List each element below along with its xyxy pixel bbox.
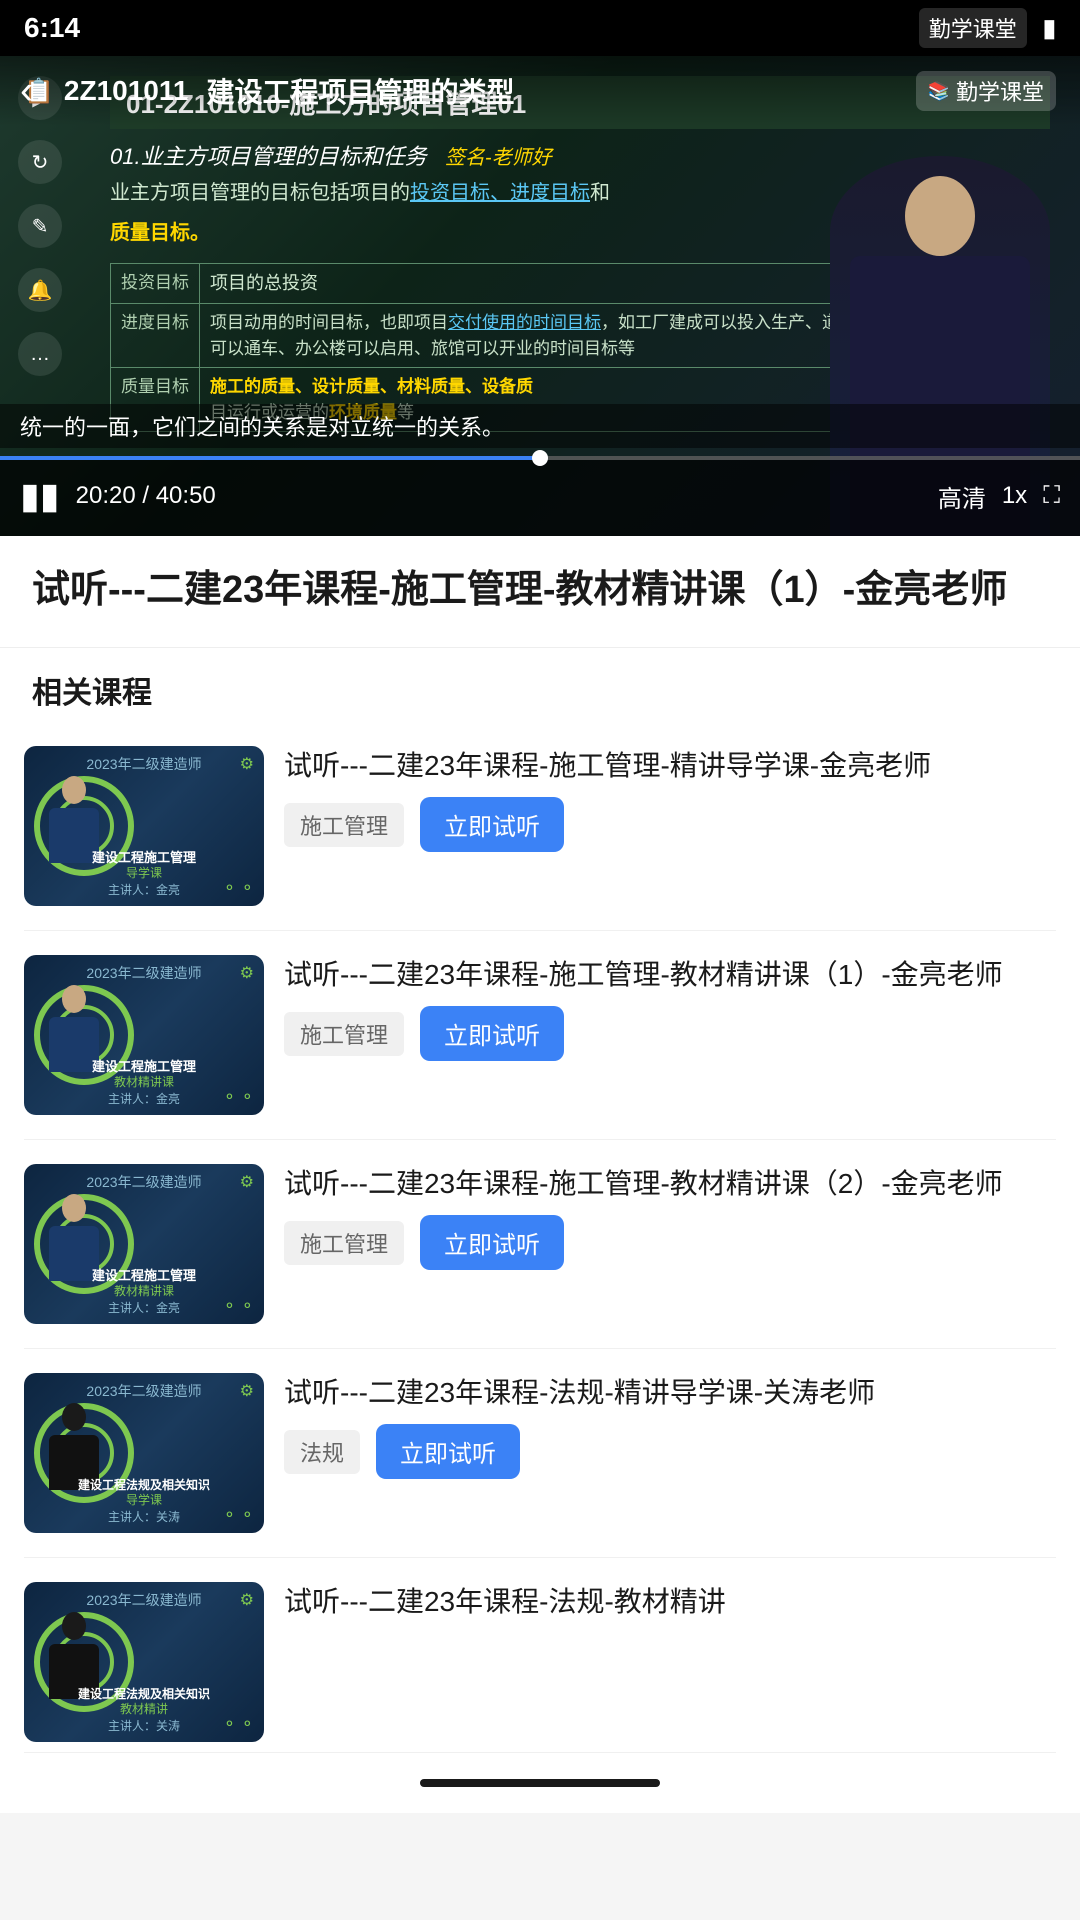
trial-button-3[interactable]: 立即试听 <box>420 1215 564 1270</box>
video-controls: ▮▮ 20:20 / 40:50 高清 1x ⛶ <box>0 456 1080 536</box>
status-bar: 6:14 勤学课堂 ▮ <box>0 0 1080 56</box>
teacher-head <box>905 176 975 256</box>
list-item: 2023年二级建造师 建设工程法规及相关知识 教材精讲 主讲人：关涛 ⚙ ⚬ ⚬… <box>24 1558 1056 1753</box>
course-list: 2023年二级建造师 建设工程施工管理 导学课 主讲人：金亮 ⚙ ⚬ ⚬ 试听-… <box>0 722 1080 1753</box>
progress-dot[interactable] <box>532 450 548 466</box>
course-info-5: 试听---二建23年课程-法规-教材精讲 <box>284 1582 1056 1621</box>
course-meta-4: 法规 立即试听 <box>284 1424 1056 1479</box>
progress-bar[interactable] <box>0 456 1080 460</box>
course-info-2: 试听---二建23年课程-施工管理-教材精讲课（1）-金亮老师 施工管理 立即试… <box>284 955 1056 1061</box>
video-background: ‹ 📋 2Z101011 建设工程项目管理的类型 📚 勤学课堂 ▶ ↻ ✎ 🔔 … <box>0 56 1080 536</box>
highlight-text: 投资目标、进度目标 <box>410 182 590 204</box>
course-name-2: 试听---二建23年课程-施工管理-教材精讲课（1）-金亮老师 <box>284 955 1056 994</box>
time-display: 6:14 <box>24 12 80 44</box>
video-top-bar: ‹ 📋 2Z101011 建设工程项目管理的类型 📚 勤学课堂 <box>0 56 1080 126</box>
course-name-4: 试听---二建23年课程-法规-精讲导学课-关涛老师 <box>284 1373 1056 1412</box>
list-item: 2023年二级建造师 建设工程施工管理 教材精讲课 主讲人：金亮 ⚙ ⚬ ⚬ 试… <box>24 1140 1056 1349</box>
course-thumbnail-1[interactable]: 2023年二级建造师 建设工程施工管理 导学课 主讲人：金亮 ⚙ ⚬ ⚬ <box>24 746 264 906</box>
course-info-3: 试听---二建23年课程-施工管理-教材精讲课（2）-金亮老师 施工管理 立即试… <box>284 1164 1056 1270</box>
status-left: 6:14 <box>24 12 80 44</box>
video-lesson-info: 📋 2Z101011 建设工程项目管理的类型 <box>24 71 514 111</box>
trial-button-1[interactable]: 立即试听 <box>420 797 564 852</box>
progress-fill <box>0 456 540 460</box>
status-right: 勤学课堂 ▮ <box>919 8 1056 48</box>
list-item: 2023年二级建造师 建设工程施工管理 导学课 主讲人：金亮 ⚙ ⚬ ⚬ 试听-… <box>24 722 1056 931</box>
trial-button-4[interactable]: 立即试听 <box>376 1424 520 1479</box>
play-pause-button[interactable]: ▮▮ <box>20 475 60 517</box>
subtitle-text: 统一的一面，它们之间的关系是对立统一的关系。 <box>20 415 504 440</box>
table-cell-invest-label: 投资目标 <box>111 264 200 304</box>
app-name: 勤学课堂 <box>919 8 1027 48</box>
home-bar[interactable] <box>420 1779 660 1787</box>
lesson-code: 2Z101011 <box>64 75 189 107</box>
course-thumbnail-5[interactable]: 2023年二级建造师 建设工程法规及相关知识 教材精讲 主讲人：关涛 ⚙ ⚬ ⚬ <box>24 1582 264 1742</box>
fullscreen-button[interactable]: ⛶ <box>1043 482 1060 510</box>
course-info-1: 试听---二建23年课程-施工管理-精讲导学课-金亮老师 施工管理 立即试听 <box>284 746 1056 852</box>
subject-tag-4: 法规 <box>284 1430 360 1474</box>
side-icon-2[interactable]: ↻ <box>18 140 62 184</box>
subject-tag-1: 施工管理 <box>284 803 404 847</box>
page-title: 试听---二建23年课程-施工管理-教材精讲课（1）-金亮老师 <box>32 564 1048 617</box>
subtitle-overlay: 统一的一面，它们之间的关系是对立统一的关系。 <box>0 404 1080 448</box>
trial-button-2[interactable]: 立即试听 <box>420 1006 564 1061</box>
table-cell-progress-label: 进度目标 <box>111 304 200 368</box>
side-icon-3[interactable]: ✎ <box>18 204 62 248</box>
subject-tag-2: 施工管理 <box>284 1012 404 1056</box>
course-meta-2: 施工管理 立即试听 <box>284 1006 1056 1061</box>
app-logo-badge: 📚 勤学课堂 <box>916 71 1056 111</box>
thumb-inner-3: 2023年二级建造师 建设工程施工管理 教材精讲课 主讲人：金亮 ⚙ ⚬ ⚬ <box>24 1164 264 1324</box>
course-name-3: 试听---二建23年课程-施工管理-教材精讲课（2）-金亮老师 <box>284 1164 1056 1203</box>
list-item: 2023年二级建造师 建设工程施工管理 教材精讲课 主讲人：金亮 ⚙ ⚬ ⚬ 试… <box>24 931 1056 1140</box>
time-display: 20:20 / 40:50 <box>76 482 922 510</box>
page-title-section: 试听---二建23年课程-施工管理-教材精讲课（1）-金亮老师 <box>0 536 1080 648</box>
bottom-indicator <box>0 1753 1080 1813</box>
course-meta-1: 施工管理 立即试听 <box>284 797 1056 852</box>
battery-icon: ▮ <box>1043 14 1056 43</box>
subject-tag-3: 施工管理 <box>284 1221 404 1265</box>
course-thumbnail-4[interactable]: 2023年二级建造师 建设工程法规及相关知识 导学课 主讲人：关涛 ⚙ ⚬ ⚬ <box>24 1373 264 1533</box>
thumb-inner-1: 2023年二级建造师 建设工程施工管理 导学课 主讲人：金亮 ⚙ ⚬ ⚬ <box>24 746 264 906</box>
thumb-inner-5: 2023年二级建造师 建设工程法规及相关知识 教材精讲 主讲人：关涛 ⚙ ⚬ ⚬ <box>24 1582 264 1742</box>
course-info-4: 试听---二建23年课程-法规-精讲导学课-关涛老师 法规 立即试听 <box>284 1373 1056 1479</box>
course-meta-3: 施工管理 立即试听 <box>284 1215 1056 1270</box>
lesson-title: 建设工程项目管理的类型 <box>206 71 514 111</box>
course-name-1: 试听---二建23年课程-施工管理-精讲导学课-金亮老师 <box>284 746 1056 785</box>
thumb-inner-4: 2023年二级建造师 建设工程法规及相关知识 导学课 主讲人：关涛 ⚙ ⚬ ⚬ <box>24 1373 264 1533</box>
side-icon-5[interactable]: … <box>18 332 62 376</box>
course-name-5: 试听---二建23年课程-法规-教材精讲 <box>284 1582 1056 1621</box>
thumb-inner-2: 2023年二级建造师 建设工程施工管理 教材精讲课 主讲人：金亮 ⚙ ⚬ ⚬ <box>24 955 264 1115</box>
back-button[interactable]: ‹ <box>20 69 33 114</box>
related-section-header: 相关课程 <box>0 648 1080 722</box>
side-icon-4[interactable]: 🔔 <box>18 268 62 312</box>
course-thumbnail-3[interactable]: 2023年二级建造师 建设工程施工管理 教材精讲课 主讲人：金亮 ⚙ ⚬ ⚬ <box>24 1164 264 1324</box>
speed-button[interactable]: 1x <box>1002 482 1027 510</box>
list-item: 2023年二级建造师 建设工程法规及相关知识 导学课 主讲人：关涛 ⚙ ⚬ ⚬ … <box>24 1349 1056 1558</box>
course-thumbnail-2[interactable]: 2023年二级建造师 建设工程施工管理 教材精讲课 主讲人：金亮 ⚙ ⚬ ⚬ <box>24 955 264 1115</box>
app-logo-text: 勤学课堂 <box>956 75 1044 107</box>
video-player: ‹ 📋 2Z101011 建设工程项目管理的类型 📚 勤学课堂 ▶ ↻ ✎ 🔔 … <box>0 56 1080 536</box>
quality-button[interactable]: 高清 <box>938 479 986 514</box>
